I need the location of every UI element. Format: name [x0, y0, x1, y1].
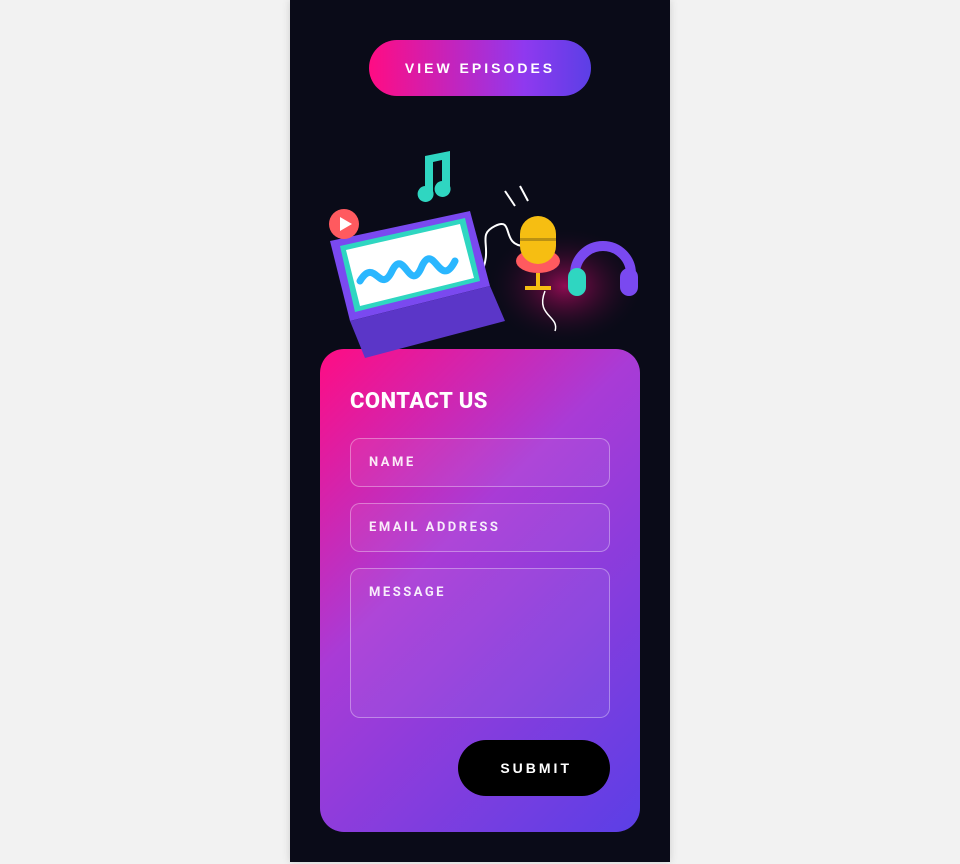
laptop-icon — [330, 211, 505, 358]
message-field[interactable] — [350, 568, 610, 718]
view-episodes-button[interactable]: VIEW EPISODES — [369, 40, 591, 96]
name-field[interactable] — [350, 438, 610, 487]
submit-row: SUBMIT — [350, 740, 610, 796]
play-icon — [329, 209, 359, 239]
hero-illustration — [320, 146, 640, 329]
music-note-icon — [418, 151, 451, 202]
email-field[interactable] — [350, 503, 610, 552]
squiggle-2 — [505, 186, 528, 206]
submit-button[interactable]: SUBMIT — [458, 740, 610, 796]
contact-title: CONTACT US — [350, 389, 610, 414]
contact-form-card: CONTACT US SUBMIT — [320, 349, 640, 832]
app-screen: VIEW EPISODES — [290, 0, 670, 862]
